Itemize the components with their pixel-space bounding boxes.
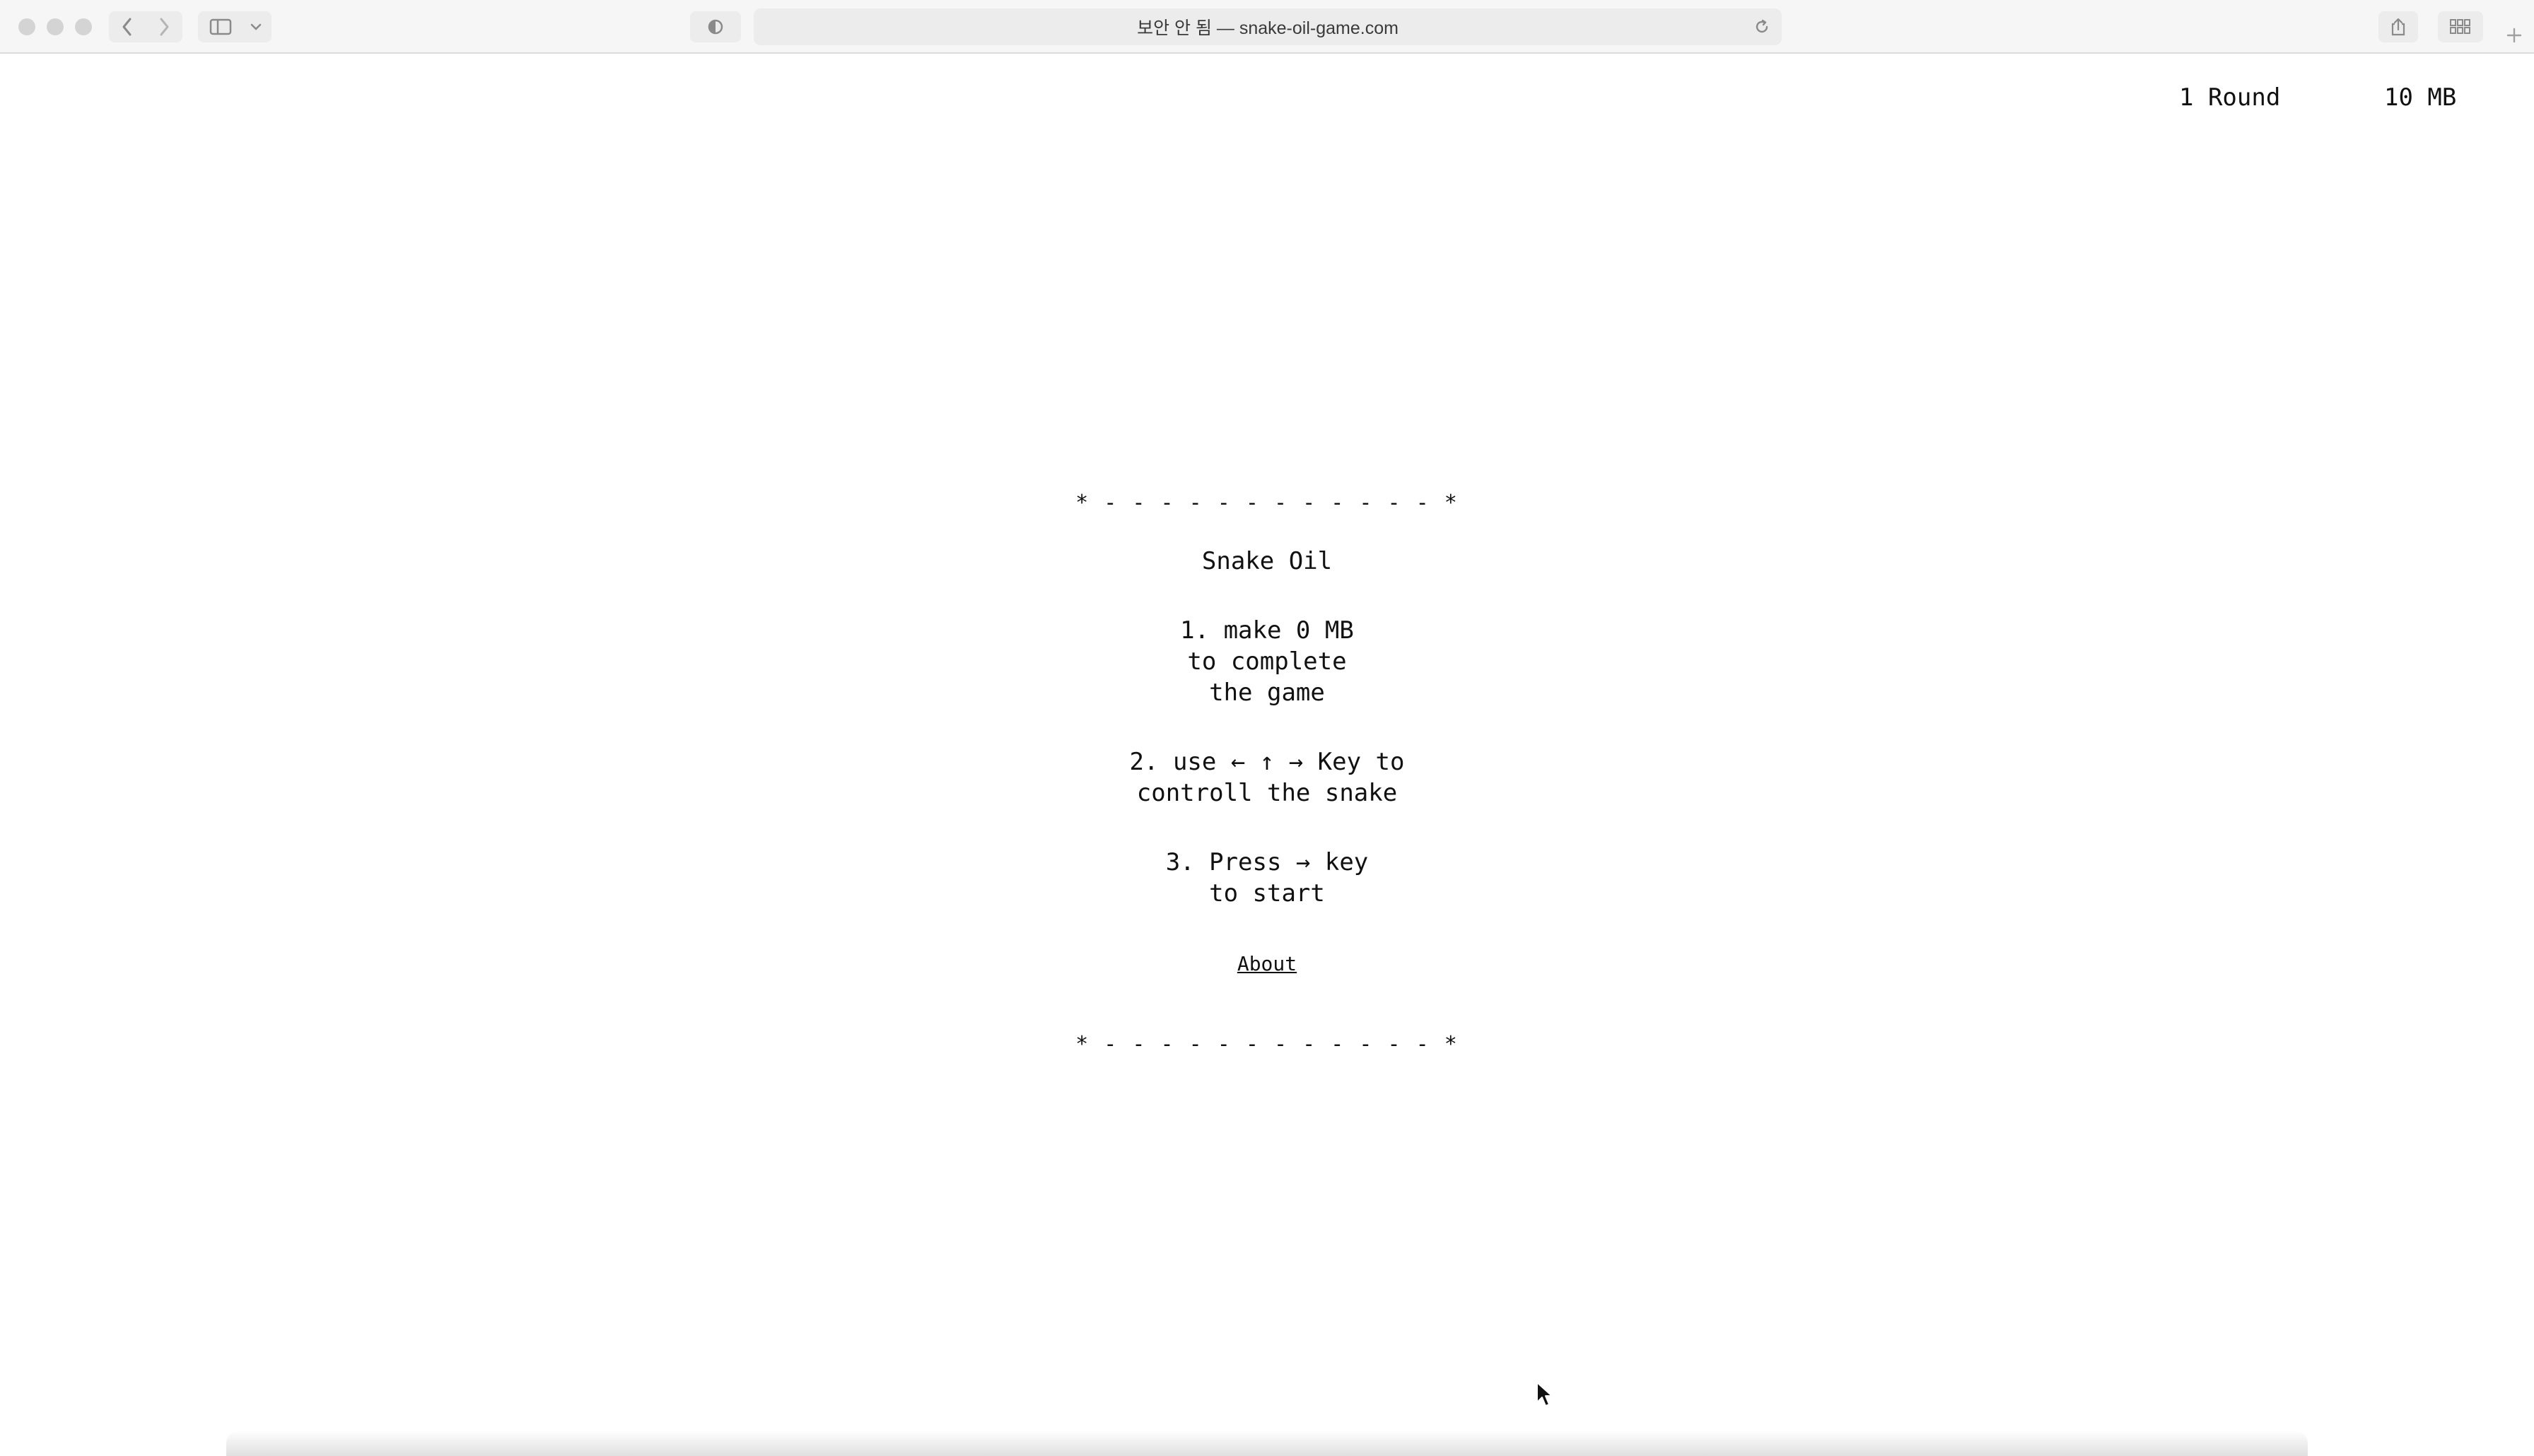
rule-1-line: to complete	[1187, 647, 1347, 676]
about-link[interactable]: About	[1237, 949, 1297, 980]
sidebar-icon	[209, 18, 232, 35]
bottom-shadow	[226, 1431, 2308, 1456]
rule-2-line: 2. use ← ↑ → Key to	[1129, 748, 1405, 776]
privacy-report-button[interactable]	[690, 11, 741, 42]
plus-icon	[2506, 28, 2522, 43]
rule-3: 3. Press → key to start	[984, 847, 1550, 909]
new-tab-button[interactable]	[2499, 20, 2530, 51]
address-text: 보안 안 됨 — snake-oil-game.com	[1137, 18, 1399, 38]
rule-1: 1. make 0 MB to complete the game	[984, 615, 1550, 708]
rule-1-line: 1. make 0 MB	[1180, 616, 1354, 645]
reload-icon	[1756, 19, 1768, 33]
rule-2: 2. use ← ↑ → Key to controll the snake	[984, 746, 1550, 809]
sidebar-toggle-button[interactable]	[205, 14, 236, 40]
window-zoom-button[interactable]	[75, 18, 92, 35]
reload-button[interactable]	[1752, 17, 1772, 37]
panel-border-bottom: * - - - - - - - - - - - - *	[1075, 1032, 1459, 1057]
grid-icon	[2450, 19, 2470, 34]
back-button[interactable]	[110, 13, 144, 41]
sidebar-menu-button[interactable]	[245, 14, 267, 40]
mouse-cursor-icon	[1536, 1382, 1553, 1407]
rule-3-line: 3. Press → key	[1165, 848, 1369, 876]
window-close-button[interactable]	[18, 18, 35, 35]
chevron-right-icon	[160, 18, 169, 36]
chevron-left-icon	[122, 18, 132, 36]
rule-2-line: controll the snake	[1136, 779, 1398, 807]
game-title: Snake Oil	[1201, 547, 1333, 575]
mb-counter: 10 MB	[2384, 83, 2457, 112]
round-counter: 1 Round	[2179, 83, 2281, 112]
share-button[interactable]	[2378, 11, 2418, 42]
address-bar[interactable]: 보안 안 됨 — snake-oil-game.com	[754, 8, 1782, 45]
share-icon	[2391, 18, 2405, 36]
instructions-panel: * - - - - - - - - - - - - * Snake Oil 1.…	[984, 488, 1550, 1060]
browser-toolbar: 보안 안 됨 — snake-oil-game.com	[0, 0, 2534, 54]
forward-button[interactable]	[147, 13, 181, 41]
rule-1-line: the game	[1209, 679, 1325, 707]
shield-half-icon	[708, 19, 723, 35]
panel-border-top: * - - - - - - - - - - - - *	[1075, 491, 1459, 515]
chevron-down-icon	[250, 23, 262, 30]
rule-3-line: to start	[1209, 879, 1325, 908]
window-minimize-button[interactable]	[47, 18, 64, 35]
tab-overview-button[interactable]	[2438, 11, 2483, 42]
